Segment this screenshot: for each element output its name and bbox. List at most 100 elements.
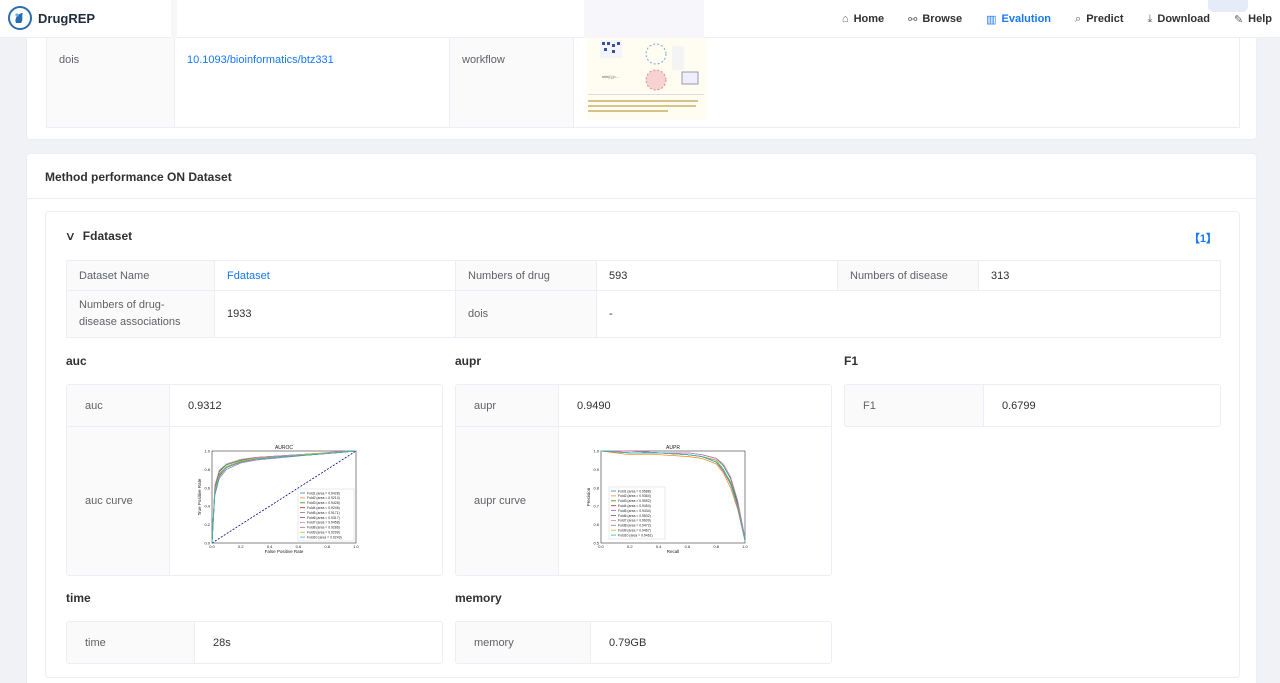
assoc-value: 1933	[215, 291, 456, 337]
assoc-label: Numbers of drug-disease associations	[67, 291, 215, 337]
result-count-badge: 【1】	[1188, 233, 1217, 245]
y-tick-label: 0.4	[204, 504, 210, 509]
auc-box: auc 0.9312 auc curve AUROC 0.0 0.2 0.4 0.6 0.…	[66, 384, 443, 576]
legend-entry: Fold6 (area = 0.9502)	[618, 514, 651, 518]
dataset-table: Dataset Name Fdataset Numbers of drug 59…	[66, 260, 1221, 338]
memory-value: 0.79GB	[609, 636, 647, 649]
legend-entry: Fold6 (area = 0.9317)	[307, 516, 340, 520]
y-tick-label: 0.8	[593, 485, 599, 490]
memory-box: memory 0.79GB	[455, 621, 832, 664]
x-tick-label: 0.4	[656, 544, 662, 549]
aupr-curve-label: aupr curve	[456, 427, 559, 575]
legend-entry: Fold2 (area = 0.9214)	[307, 496, 340, 500]
dataset-name-cell: Fdataset	[215, 261, 456, 290]
y-axis-label: Precision	[586, 487, 591, 506]
legend-entry: Fold10 (area = 0.9461)	[618, 533, 653, 537]
x-tick-label: 0.2	[627, 544, 633, 549]
aupr-row: aupr 0.9490	[456, 385, 831, 427]
nav-item-evalution[interactable]: ▥ Evalution	[986, 13, 1051, 26]
auc-title: auc	[66, 354, 87, 368]
nav-label: Download	[1157, 13, 1210, 25]
f1-title: F1	[844, 354, 859, 368]
x-tick-label: 0.6	[685, 544, 691, 549]
auc-curve-chart[interactable]: AUROC0.0 0.2 0.4 0.6 0.8 1.00.00.20.40.60.81.…	[192, 443, 366, 563]
y-tick-label: 1.0	[204, 449, 210, 454]
y-tick-label: 0.6	[204, 485, 210, 490]
y-tick-label: 0.5	[593, 541, 599, 546]
logo-icon	[8, 6, 32, 30]
y-tick-label: 0.2	[204, 522, 210, 527]
x-tick-label: 0.0	[598, 544, 604, 549]
legend-entry: Fold3 (area = 0.9428)	[307, 501, 340, 505]
drugs-label: Numbers of drug	[456, 261, 597, 290]
y-axis-label: True Positive Rate	[197, 478, 202, 515]
app-logo[interactable]: DrugREP	[8, 6, 95, 30]
workflow-image[interactable]: sim(i,j)=...	[586, 38, 706, 120]
main-nav: ⌂ Home ⚯ Browse ▥ Evalution ⌕ Predict ⤓ Download ✎…	[818, 0, 1280, 38]
legend-entry: Fold4 (area = 0.9246)	[307, 506, 340, 510]
dataset-collapse-header[interactable]: ∨ Fdataset	[65, 229, 132, 243]
dois-label: dois	[47, 38, 175, 127]
section-title: Method performance ON Dataset	[45, 170, 232, 184]
aupr-value: 0.9490	[577, 399, 611, 412]
dataset-name-link[interactable]: Fdataset	[227, 270, 270, 282]
dataset-collapse-panel: ∨ Fdataset 【1】 Dataset Name Fdataset Num…	[45, 211, 1240, 678]
memory-label: memory	[456, 622, 591, 663]
f1-label: F1	[845, 385, 984, 426]
y-tick-label: 1.0	[593, 449, 599, 454]
wrench-icon: ✎	[1233, 13, 1244, 26]
aupr-curve-chart[interactable]: AUPR 0.0 0.2 0.4 0.6 0.8 1.0 0.5 0.6 0.7 0.8 0.9 1.0…	[581, 443, 755, 563]
chart-title: AUPR	[666, 445, 680, 451]
time-title: time	[66, 591, 91, 605]
legend-entry: Fold9 (area = 0.9467)	[618, 529, 651, 533]
nav-item-home[interactable]: ⌂ Home	[842, 13, 884, 25]
legend-entry: Fold5 (area = 0.9434)	[618, 509, 651, 513]
f1-value: 0.6799	[1002, 399, 1036, 412]
y-tick-label: 0.9	[593, 467, 599, 472]
nav-item-browse[interactable]: ⚯ Browse	[908, 13, 962, 26]
y-tick-label: 0.6	[593, 522, 599, 527]
legend-entry: Fold3 (area = 0.9592)	[618, 499, 651, 503]
dataset-name-label: Dataset Name	[67, 261, 215, 290]
nav-item-download[interactable]: ⤓ Download	[1148, 13, 1210, 26]
time-row: time 28s	[67, 622, 442, 663]
home-icon: ⌂	[841, 13, 849, 25]
x-tick-label: 0.2	[238, 544, 244, 549]
method-info-card: dois 10.1093/bioinformatics/btz331 workf…	[26, 38, 1257, 140]
bar-chart-icon: ▥	[986, 13, 997, 26]
y-tick-label: 0.0	[204, 541, 210, 546]
diseases-label: Numbers of disease	[838, 261, 979, 290]
f1-box: F1 0.6799	[844, 384, 1221, 427]
y-tick-label: 0.7	[593, 504, 599, 509]
y-tick-label: 0.8	[204, 467, 210, 472]
legend-entry: Fold9 (area = 0.9299)	[307, 531, 340, 535]
header-strip	[171, 0, 177, 38]
method-performance-card: Method performance ON Dataset ∨ Fdataset…	[26, 153, 1257, 683]
time-value: 28s	[213, 636, 231, 649]
nav-item-predict[interactable]: ⌕ Predict	[1075, 13, 1123, 26]
dataset-dois-label: dois	[456, 291, 597, 337]
auc-curve-cell: AUROC 0.0 0.2 0.4 0.6 0.8 1.0 0.0 0.2 0.4 0.6 0.8 1.…	[170, 427, 442, 575]
chart-title: AUROC	[275, 445, 293, 451]
nav-item-help[interactable]: ✎ Help	[1234, 13, 1272, 26]
nav-label: Browse	[922, 13, 963, 25]
auc-curve-label: auc curve	[67, 427, 170, 575]
divider	[27, 198, 1256, 199]
nav-label: Evalution	[1001, 13, 1052, 25]
x-tick-label: 0.0	[209, 544, 215, 549]
x-tick-label: 0.8	[713, 544, 719, 549]
download-icon: ⤓	[1147, 12, 1153, 25]
sitemap-icon: ⚯	[908, 13, 918, 26]
aupr-box: aupr 0.9490 aupr curve AUPR 0.0 0.2 0.4 0.6 0…	[455, 384, 832, 576]
top-navbar: DrugREP ⌂ Home ⚯ Browse ▥ Evalution ⌕ Predict ⤓ D…	[0, 0, 1280, 38]
time-label: time	[67, 622, 195, 663]
aupr-label: aupr	[456, 385, 559, 426]
table-row: Numbers of drug-disease associations 193…	[67, 291, 1220, 337]
dois-link[interactable]: 10.1093/bioinformatics/btz331	[187, 54, 334, 66]
aupr-title: aupr	[455, 354, 482, 368]
legend-entry: Fold10 (area = 0.9243)	[307, 535, 342, 539]
diseases-value: 313	[991, 269, 1010, 282]
nav-label: Help	[1248, 13, 1272, 25]
x-tick-label: 1.0	[353, 544, 359, 549]
dois-value-cell: 10.1093/bioinformatics/btz331	[175, 38, 450, 127]
